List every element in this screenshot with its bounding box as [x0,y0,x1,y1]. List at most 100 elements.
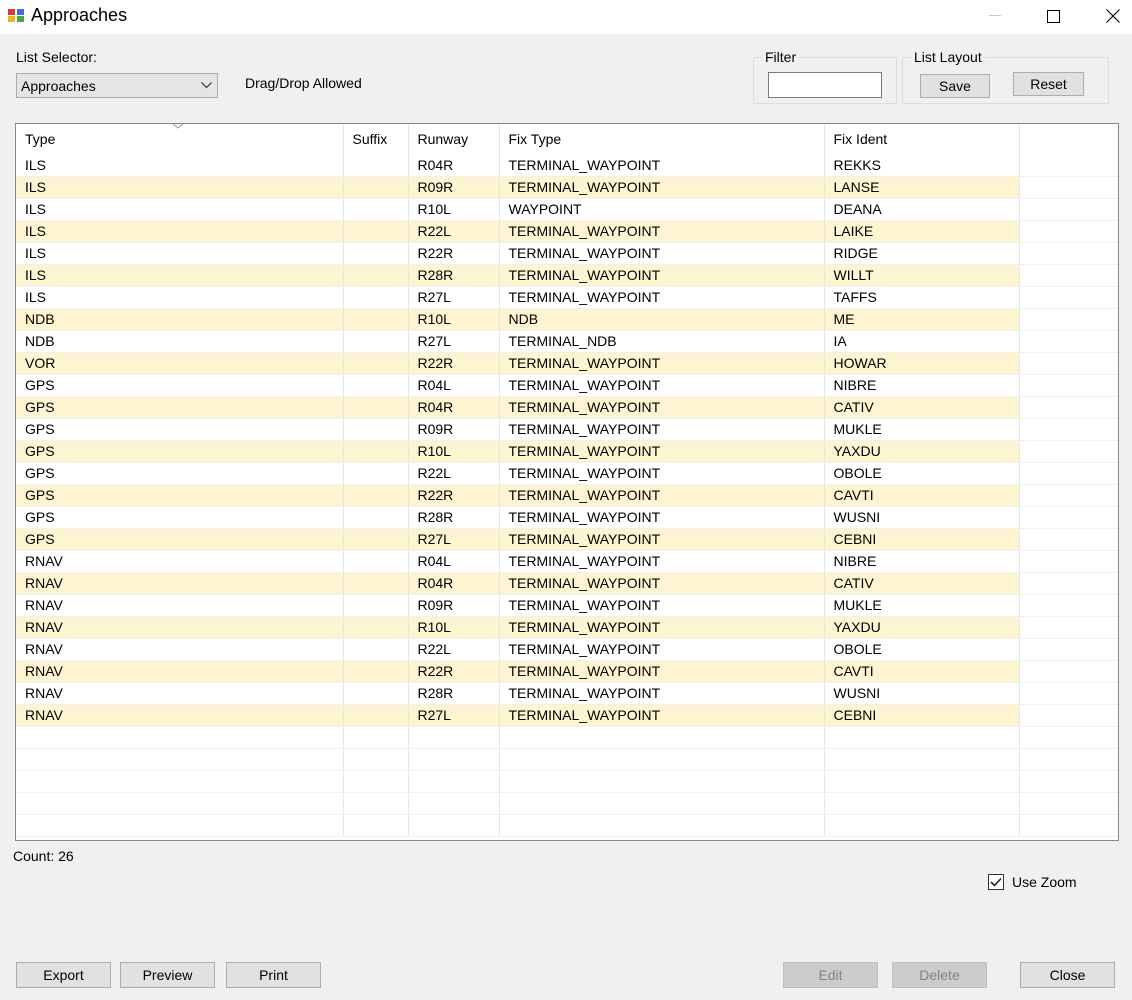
empty-cell [1019,814,1118,837]
column-header-fix-type[interactable]: Fix Type [499,124,825,154]
cell-filler [1019,506,1118,529]
cell-runway: R10L [408,198,500,221]
table-row[interactable]: RNAV R04L TERMINAL_WAYPOINT NIBRE [16,550,1118,573]
cell-filler [1019,704,1118,727]
cell-fix-ident: CAVTI [824,660,1020,683]
cell-runway: R04R [408,572,500,595]
table-row[interactable]: GPS R22L TERMINAL_WAYPOINT OBOLE [16,462,1118,485]
cell-type: GPS [16,418,344,441]
empty-cell [499,748,825,771]
table-row[interactable]: ILS R10L WAYPOINT DEANA [16,198,1118,221]
table-row[interactable]: NDB R27L TERMINAL_NDB IA [16,330,1118,353]
cell-fix-type: TERMINAL_WAYPOINT [499,396,825,419]
cell-fix-ident: CAVTI [824,484,1020,507]
delete-button[interactable]: Delete [892,962,987,988]
empty-cell [343,748,409,771]
empty-cell [499,814,825,837]
empty-cell [16,770,344,793]
cell-runway: R04R [408,154,500,177]
column-header-suffix[interactable]: Suffix [343,124,409,154]
cell-runway: R22R [408,352,500,375]
edit-button[interactable]: Edit [783,962,878,988]
empty-cell [408,726,500,749]
approaches-grid[interactable]: Type Suffix Runway Fix Type Fix Ident IL… [15,123,1119,841]
table-row[interactable]: RNAV R04R TERMINAL_WAYPOINT CATIV [16,572,1118,595]
cell-filler [1019,264,1118,287]
print-button[interactable]: Print [226,962,321,988]
list-selector-label: List Selector: [16,49,97,65]
cell-type: GPS [16,506,344,529]
cell-filler [1019,198,1118,221]
use-zoom-control[interactable]: Use Zoom [988,873,1077,891]
cell-suffix [343,550,409,573]
cell-type: RNAV [16,660,344,683]
table-row[interactable]: ILS R22L TERMINAL_WAYPOINT LAIKE [16,220,1118,243]
use-zoom-checkbox[interactable] [988,874,1004,890]
cell-suffix [343,506,409,529]
table-row[interactable]: ILS R27L TERMINAL_WAYPOINT TAFFS [16,286,1118,309]
cell-fix-ident: DEANA [824,198,1020,221]
table-row[interactable]: GPS R10L TERMINAL_WAYPOINT YAXDU [16,440,1118,463]
close-window-button[interactable] [1084,0,1132,32]
cell-fix-type: TERMINAL_WAYPOINT [499,550,825,573]
filter-input[interactable] [768,72,882,98]
save-layout-button[interactable]: Save [920,74,990,98]
table-row[interactable]: RNAV R10L TERMINAL_WAYPOINT YAXDU [16,616,1118,639]
export-button[interactable]: Export [16,962,111,988]
table-row[interactable]: RNAV R22R TERMINAL_WAYPOINT CAVTI [16,660,1118,683]
table-row[interactable]: GPS R09R TERMINAL_WAYPOINT MUKLE [16,418,1118,441]
cell-suffix [343,682,409,705]
cell-filler [1019,440,1118,463]
cell-fix-ident: LANSE [824,176,1020,199]
table-row[interactable]: ILS R28R TERMINAL_WAYPOINT WILLT [16,264,1118,287]
cell-fix-ident: NIBRE [824,550,1020,573]
cell-filler [1019,660,1118,683]
table-row[interactable]: GPS R04R TERMINAL_WAYPOINT CATIV [16,396,1118,419]
cell-fix-ident: YAXDU [824,440,1020,463]
cell-type: ILS [16,154,344,177]
table-row[interactable]: GPS R27L TERMINAL_WAYPOINT CEBNI [16,528,1118,551]
cell-filler [1019,418,1118,441]
table-row[interactable]: RNAV R28R TERMINAL_WAYPOINT WUSNI [16,682,1118,705]
table-row[interactable]: VOR R22R TERMINAL_WAYPOINT HOWAR [16,352,1118,375]
cell-suffix [343,418,409,441]
cell-filler [1019,682,1118,705]
table-row[interactable]: ILS R22R TERMINAL_WAYPOINT RIDGE [16,242,1118,265]
cell-fix-type: TERMINAL_NDB [499,330,825,353]
cell-fix-ident: LAIKE [824,220,1020,243]
cell-type: RNAV [16,572,344,595]
preview-button[interactable]: Preview [120,962,215,988]
cell-runway: R10L [408,616,500,639]
close-icon [1106,9,1120,23]
minimize-button[interactable] [966,0,1024,32]
table-row[interactable]: NDB R10L NDB ME [16,308,1118,331]
cell-suffix [343,528,409,551]
table-row[interactable]: RNAV R09R TERMINAL_WAYPOINT MUKLE [16,594,1118,617]
table-row[interactable]: GPS R28R TERMINAL_WAYPOINT WUSNI [16,506,1118,529]
reset-layout-button[interactable]: Reset [1013,72,1084,96]
column-header-fix-ident[interactable]: Fix Ident [824,124,1020,154]
column-header-runway[interactable]: Runway [408,124,500,154]
table-row[interactable]: ILS R04R TERMINAL_WAYPOINT REKKS [16,154,1118,177]
cell-type: RNAV [16,594,344,617]
list-selector-dropdown[interactable]: Approaches [16,73,218,98]
cell-fix-ident: OBOLE [824,638,1020,661]
cell-type: ILS [16,220,344,243]
empty-cell [499,770,825,793]
empty-cell [16,748,344,771]
table-row[interactable]: GPS R04L TERMINAL_WAYPOINT NIBRE [16,374,1118,397]
table-row[interactable]: RNAV R27L TERMINAL_WAYPOINT CEBNI [16,704,1118,727]
cell-fix-type: TERMINAL_WAYPOINT [499,220,825,243]
cell-fix-type: TERMINAL_WAYPOINT [499,682,825,705]
table-row[interactable]: ILS R09R TERMINAL_WAYPOINT LANSE [16,176,1118,199]
cell-suffix [343,572,409,595]
close-button[interactable]: Close [1020,962,1115,988]
cell-filler [1019,330,1118,353]
cell-filler [1019,308,1118,331]
window-title: Approaches [31,5,128,25]
cell-type: NDB [16,308,344,331]
table-row[interactable]: GPS R22R TERMINAL_WAYPOINT CAVTI [16,484,1118,507]
column-header-type[interactable]: Type [16,124,344,154]
table-row[interactable]: RNAV R22L TERMINAL_WAYPOINT OBOLE [16,638,1118,661]
maximize-button[interactable] [1024,0,1082,32]
